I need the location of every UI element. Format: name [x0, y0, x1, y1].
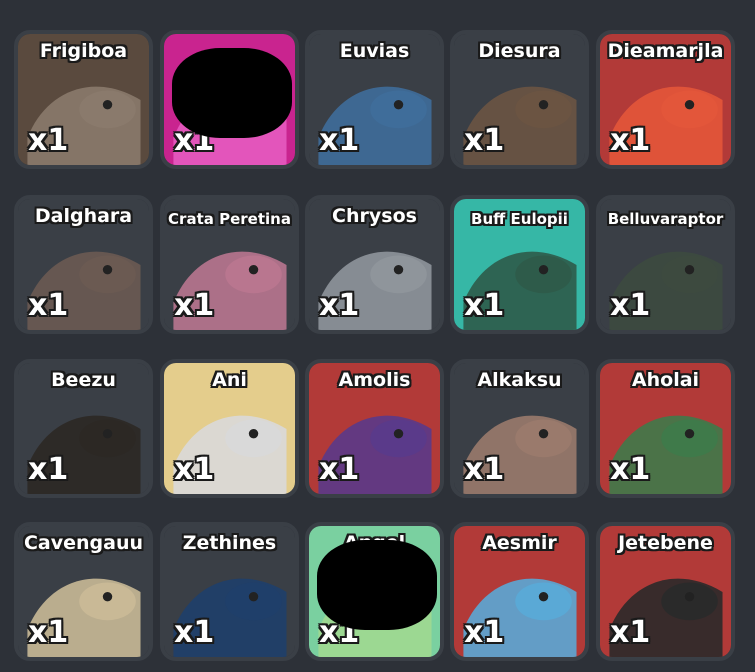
creature-count: x1 [319, 123, 360, 158]
creature-count: x1 [464, 123, 505, 158]
creature-card-beezu[interactable]: Beezu x1 [14, 359, 153, 498]
creature-name: Aesmir [482, 532, 557, 554]
creature-count: x1 [610, 123, 651, 158]
creature-name: Beezu [51, 369, 116, 391]
creature-count: x1 [610, 615, 651, 650]
creature-count: x1 [610, 288, 651, 323]
creature-card-amolis[interactable]: Amolis x1 [305, 359, 444, 498]
creature-card-alkaksu[interactable]: Alkaksu x1 [450, 359, 589, 498]
creature-name: Dalghara [34, 205, 133, 227]
creature-count: x1 [174, 288, 215, 323]
creature-count: x1 [28, 123, 69, 158]
creature-name: Diesura [478, 40, 561, 62]
creature-name: Cavengauu [23, 532, 144, 554]
creature-card-buff-eulopii[interactable]: Buff Eulopii x1 [450, 195, 589, 334]
creature-name: Euvias [339, 40, 410, 62]
creature-count: x1 [464, 615, 505, 650]
creature-card-zethines[interactable]: Zethines x1 [160, 522, 299, 661]
redaction-scribble [172, 48, 292, 138]
creature-count: x1 [174, 452, 215, 487]
creature-card-euvias[interactable]: Euvias x1 [305, 30, 444, 169]
creature-count: x1 [28, 452, 69, 487]
creature-count: x1 [319, 288, 360, 323]
creature-card-belluvaraptor[interactable]: Belluvaraptor x1 [596, 195, 735, 334]
creature-card-aholai[interactable]: Aholai x1 [596, 359, 735, 498]
creature-card-frigiboa[interactable]: Frigiboa x1 [14, 30, 153, 169]
creature-card-dalghara[interactable]: Dalghara x1 [14, 195, 153, 334]
creature-name: Aholai [631, 369, 700, 391]
creature-name: Ani [212, 369, 247, 391]
creature-count: x1 [464, 452, 505, 487]
creature-card-angel[interactable]: Angelx1 [305, 522, 444, 661]
creature-card-cavengauu[interactable]: Cavengauu x1 [14, 522, 153, 661]
creature-name: Frigiboa [39, 40, 128, 62]
creature-name: Zethines [182, 532, 277, 554]
creature-card-ani[interactable]: Ani x1 [160, 359, 299, 498]
creature-count: x1 [464, 288, 505, 323]
creature-card-crata-peretina[interactable]: Crata Peretina x1 [160, 195, 299, 334]
creature-card-dieamarjla[interactable]: Dieamarjla x1 [596, 30, 735, 169]
creature-name: Dieamarjla [607, 40, 724, 62]
creature-card-chrysos[interactable]: Chrysos x1 [305, 195, 444, 334]
creature-name: Crata Peretina [168, 210, 291, 228]
creature-name: Buff Eulopii [471, 210, 568, 228]
creature-count: x1 [610, 452, 651, 487]
creature-count: x1 [319, 452, 360, 487]
creature-count: x1 [28, 288, 69, 323]
creature-name: Chrysos [332, 205, 417, 227]
creature-name: Amolis [338, 369, 411, 391]
creature-count: x1 [28, 615, 69, 650]
inventory-grid: Frigiboa x1 x1 Euvias x1 Diesura x1 Dieamarjla x… [0, 0, 755, 672]
creature-name: Alkaksu [477, 369, 562, 391]
creature-card-aesmir[interactable]: Aesmir x1 [450, 522, 589, 661]
creature-card-diesura[interactable]: Diesura x1 [450, 30, 589, 169]
creature-name: Belluvaraptor [607, 210, 724, 228]
creature-name: Jetebene [618, 532, 713, 554]
creature-card-redacted-1[interactable]: x1 [160, 30, 299, 169]
creature-card-jetebene[interactable]: Jetebene x1 [596, 522, 735, 661]
creature-count: x1 [174, 615, 215, 650]
redaction-scribble [317, 540, 437, 630]
